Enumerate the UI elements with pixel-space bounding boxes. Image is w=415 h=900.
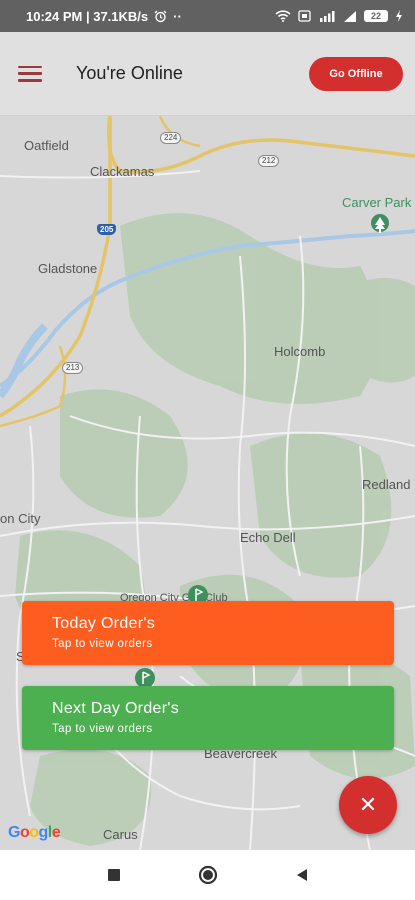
battery-icon: 22 (364, 10, 388, 22)
map-label-echo-dell: Echo Dell (240, 530, 296, 545)
map-label-holcomb: Holcomb (274, 344, 326, 359)
map-label-clackamas: Clackamas (90, 164, 155, 179)
today-orders-title: Today Order's (52, 615, 155, 632)
route-224-shield: 224 (160, 132, 182, 144)
map-label-oatfield: Oatfield (24, 138, 69, 153)
sim-icon (298, 10, 311, 22)
status-time: 10:24 PM | 37.1KB/s (26, 8, 149, 24)
next-day-orders-subtitle: Tap to view orders (52, 723, 153, 735)
app-bar: You're Online Go Offline (0, 32, 415, 116)
map-label-gladstone: Gladstone (38, 261, 98, 276)
more-dots-icon: ·· (173, 8, 182, 24)
home-button[interactable] (197, 864, 219, 886)
back-button[interactable] (291, 864, 313, 886)
route-212-shield: 212 (258, 155, 280, 167)
close-fab-button[interactable]: ✕ (339, 776, 397, 834)
system-navigation-bar (0, 850, 415, 900)
map-label-on-city: on City (0, 511, 41, 526)
status-bar: 10:24 PM | 37.1KB/s ·· 22 (0, 0, 415, 32)
interstate-205-shield: 205 (97, 224, 117, 235)
next-day-orders-card[interactable]: Next Day Order's Tap to view orders (22, 686, 394, 750)
signal-4g-icon (318, 10, 336, 22)
square-icon (107, 869, 120, 881)
hamburger-menu-icon[interactable] (18, 64, 42, 84)
today-orders-card[interactable]: Today Order's Tap to view orders (22, 601, 394, 665)
back-triangle-icon (296, 869, 307, 881)
alarm-icon (154, 10, 167, 23)
map-label-carus: Carus (103, 827, 138, 842)
charging-icon (395, 10, 403, 22)
close-icon: ✕ (358, 792, 378, 817)
recents-button[interactable] (103, 864, 125, 886)
wifi-icon (275, 10, 291, 22)
map-label-carver-park: Carver Park (342, 195, 412, 210)
route-213-shield: 213 (62, 362, 84, 374)
go-offline-button[interactable]: Go Offline (309, 56, 403, 91)
map-label-redland: Redland (362, 477, 411, 492)
today-orders-subtitle: Tap to view orders (52, 638, 153, 650)
google-logo: Google (8, 824, 61, 841)
next-day-orders-title: Next Day Order's (52, 700, 179, 717)
signal-icon (343, 10, 357, 22)
circle-icon (198, 865, 217, 885)
page-title: You're Online (76, 63, 183, 83)
